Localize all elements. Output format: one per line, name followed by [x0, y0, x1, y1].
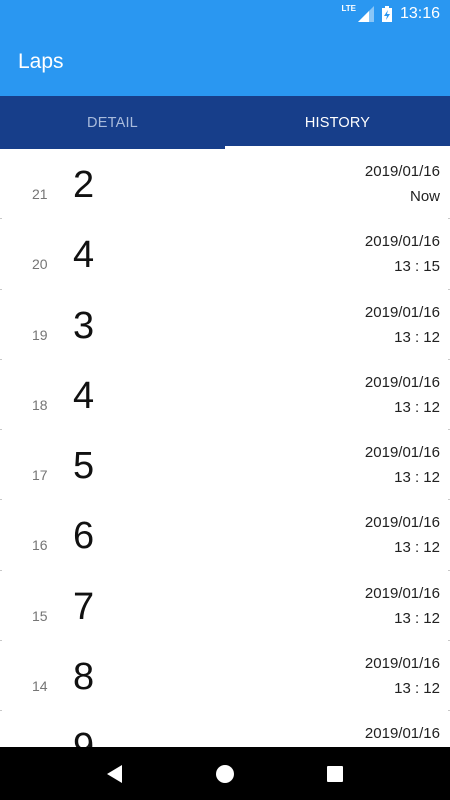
list-item[interactable]: 19 3 2019/01/16 13 : 12	[0, 290, 450, 361]
tab-bar: DETAIL HISTORY	[0, 96, 450, 149]
lap-time: 13 : 12	[394, 469, 440, 487]
battery-charging-icon	[381, 6, 392, 22]
lap-time: 13 : 12	[394, 328, 440, 346]
lap-time: 13 : 12	[394, 539, 440, 557]
back-button[interactable]	[95, 754, 135, 794]
lap-date: 2019/01/16	[364, 444, 440, 462]
tab-detail-label: DETAIL	[87, 114, 138, 131]
back-icon	[107, 764, 122, 783]
list-item[interactable]: 16 6 2019/01/16 13 : 12	[0, 500, 450, 572]
history-list[interactable]: 21 2 2019/01/16 Now 20 4 2019/01/16 13 :…	[0, 149, 450, 747]
tab-history[interactable]: HISTORY	[225, 96, 450, 149]
lap-index: 15	[32, 607, 48, 624]
status-bar: LTE 13:16	[0, 0, 450, 28]
lap-index: 21	[32, 186, 48, 202]
signal-icon	[357, 6, 374, 22]
lap-date: 2019/01/16	[364, 514, 440, 532]
lap-index: 16	[32, 537, 48, 554]
list-item[interactable]: 14 8 2019/01/16 13 : 12	[0, 641, 450, 712]
network-type: LTE	[341, 3, 356, 13]
lap-index: 14	[32, 678, 48, 695]
lap-count: 3	[73, 304, 95, 347]
app-bar: Laps	[0, 28, 450, 96]
status-time: 13:16	[399, 5, 440, 22]
lap-index: 17	[32, 467, 48, 484]
list-item[interactable]: 17 5 2019/01/16 13 : 12	[0, 430, 450, 501]
lap-index: 19	[32, 326, 48, 343]
list-item[interactable]: 9 2019/01/16	[0, 711, 450, 747]
lap-date: 2019/01/16	[364, 373, 440, 391]
lap-count: 4	[73, 374, 95, 417]
lap-date: 2019/01/16	[364, 655, 440, 673]
lap-date: 2019/01/16	[364, 725, 440, 743]
lap-time: 13 : 12	[394, 680, 440, 698]
list-item[interactable]: 21 2 2019/01/16 Now	[0, 149, 450, 220]
home-icon	[216, 764, 234, 783]
lap-time: 13 : 15	[394, 258, 440, 276]
app-title: Laps	[18, 50, 64, 73]
list-item[interactable]: 15 7 2019/01/16 13 : 12	[0, 571, 450, 642]
lap-count: 9	[73, 726, 94, 747]
lap-count: 7	[73, 585, 95, 628]
navigation-bar	[0, 747, 450, 800]
recents-icon	[327, 765, 343, 782]
lap-count: 8	[73, 656, 95, 699]
home-button[interactable]	[205, 754, 245, 794]
screen: LTE 13:16 Laps DETAIL HISTORY 21 2 2019/…	[0, 0, 450, 800]
list-item[interactable]: 20 4 2019/01/16 13 : 15	[0, 219, 450, 290]
lap-time: 13 : 12	[394, 609, 440, 627]
lap-time: 13 : 12	[394, 398, 440, 416]
lap-date: 2019/01/16	[364, 233, 440, 251]
lap-count: 6	[73, 515, 95, 558]
lap-date: 2019/01/16	[364, 163, 440, 180]
lap-count: 2	[73, 164, 95, 206]
tab-detail[interactable]: DETAIL	[0, 96, 225, 149]
lap-count: 5	[73, 445, 95, 488]
recents-button[interactable]	[315, 754, 355, 794]
lap-date: 2019/01/16	[364, 303, 440, 321]
lap-time: Now	[409, 188, 440, 205]
list-item[interactable]: 18 4 2019/01/16 13 : 12	[0, 360, 450, 431]
lap-index: 20	[32, 256, 48, 273]
lap-index: 18	[32, 396, 48, 413]
lap-count: 4	[73, 234, 95, 277]
lap-date: 2019/01/16	[364, 584, 440, 602]
tab-history-label: HISTORY	[304, 114, 371, 131]
